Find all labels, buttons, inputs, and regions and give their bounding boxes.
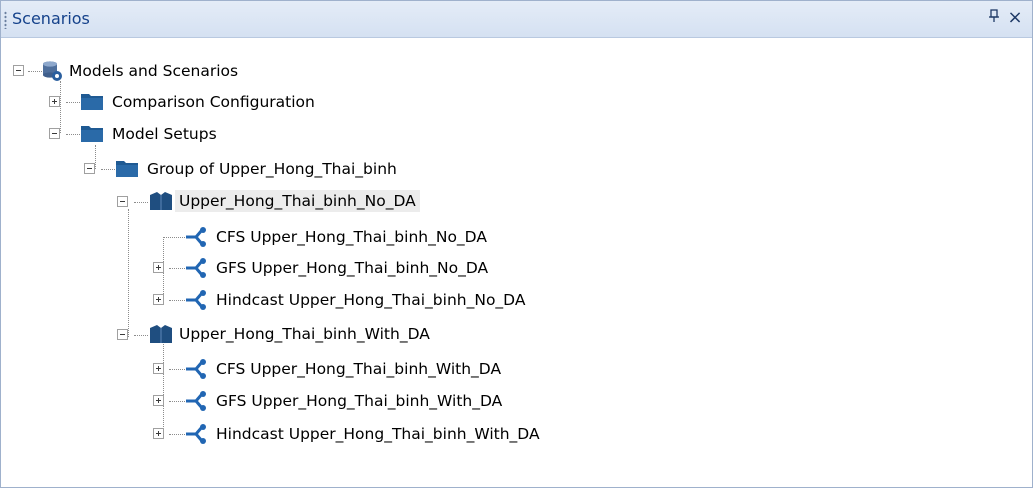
collapse-toggle-setup-with-da[interactable]	[117, 329, 128, 340]
database-icon	[41, 60, 63, 86]
expand-toggle-gfs-with-da[interactable]	[153, 395, 164, 406]
collapse-toggle-model-setups[interactable]	[49, 128, 60, 139]
scenario-icon	[184, 257, 208, 283]
tree-item-model-setups[interactable]: Model Setups	[108, 123, 221, 145]
panel-titlebar[interactable]: Scenarios ×	[1, 1, 1032, 38]
tree-item-cfs-with-da[interactable]: CFS Upper_Hong_Thai_binh_With_DA	[212, 358, 505, 380]
collapse-toggle-setup-no-da[interactable]	[117, 196, 128, 207]
pin-icon[interactable]	[984, 7, 1004, 29]
expand-toggle-hindcast-with-da[interactable]	[153, 428, 164, 439]
tree-item-cfs-no-da[interactable]: CFS Upper_Hong_Thai_binh_No_DA	[212, 226, 491, 248]
model-setup-icon	[149, 323, 173, 349]
tree-item-comparison-configuration[interactable]: Comparison Configuration	[108, 91, 319, 113]
expand-toggle-comparison[interactable]	[49, 96, 60, 107]
drag-grip[interactable]	[4, 11, 7, 29]
scenario-icon	[184, 423, 208, 449]
scenario-icon	[184, 289, 208, 315]
expand-toggle-cfs-with-da[interactable]	[153, 363, 164, 374]
collapse-toggle-group[interactable]	[84, 163, 95, 174]
scenario-icon	[184, 390, 208, 416]
scenario-icon	[184, 358, 208, 384]
folder-icon	[80, 91, 104, 115]
scenarios-panel: Scenarios × Models and Scenarios Compari…	[0, 0, 1033, 488]
tree-item-hindcast-with-da[interactable]: Hindcast Upper_Hong_Thai_binh_With_DA	[212, 423, 544, 445]
tree-item-models-and-scenarios[interactable]: Models and Scenarios	[65, 60, 242, 82]
tree-item-hindcast-no-da[interactable]: Hindcast Upper_Hong_Thai_binh_No_DA	[212, 289, 529, 311]
expand-toggle-gfs-no-da[interactable]	[153, 262, 164, 273]
folder-icon	[115, 158, 139, 182]
tree-item-setup-with-da[interactable]: Upper_Hong_Thai_binh_With_DA	[175, 323, 434, 345]
close-icon[interactable]: ×	[1005, 7, 1025, 29]
folder-icon	[80, 123, 104, 147]
expand-toggle-hindcast-no-da[interactable]	[153, 294, 164, 305]
tree-item-gfs-with-da[interactable]: GFS Upper_Hong_Thai_binh_With_DA	[212, 390, 506, 412]
model-setup-icon	[149, 190, 173, 216]
tree-item-group[interactable]: Group of Upper_Hong_Thai_binh	[143, 158, 401, 180]
panel-title: Scenarios	[12, 9, 90, 28]
collapse-toggle-root[interactable]	[13, 65, 24, 76]
tree-item-setup-no-da[interactable]: Upper_Hong_Thai_binh_No_DA	[175, 190, 420, 212]
scenario-icon	[184, 226, 208, 252]
tree-item-gfs-no-da[interactable]: GFS Upper_Hong_Thai_binh_No_DA	[212, 257, 492, 279]
scenario-tree: Models and Scenarios Comparison Configur…	[1, 38, 1032, 487]
